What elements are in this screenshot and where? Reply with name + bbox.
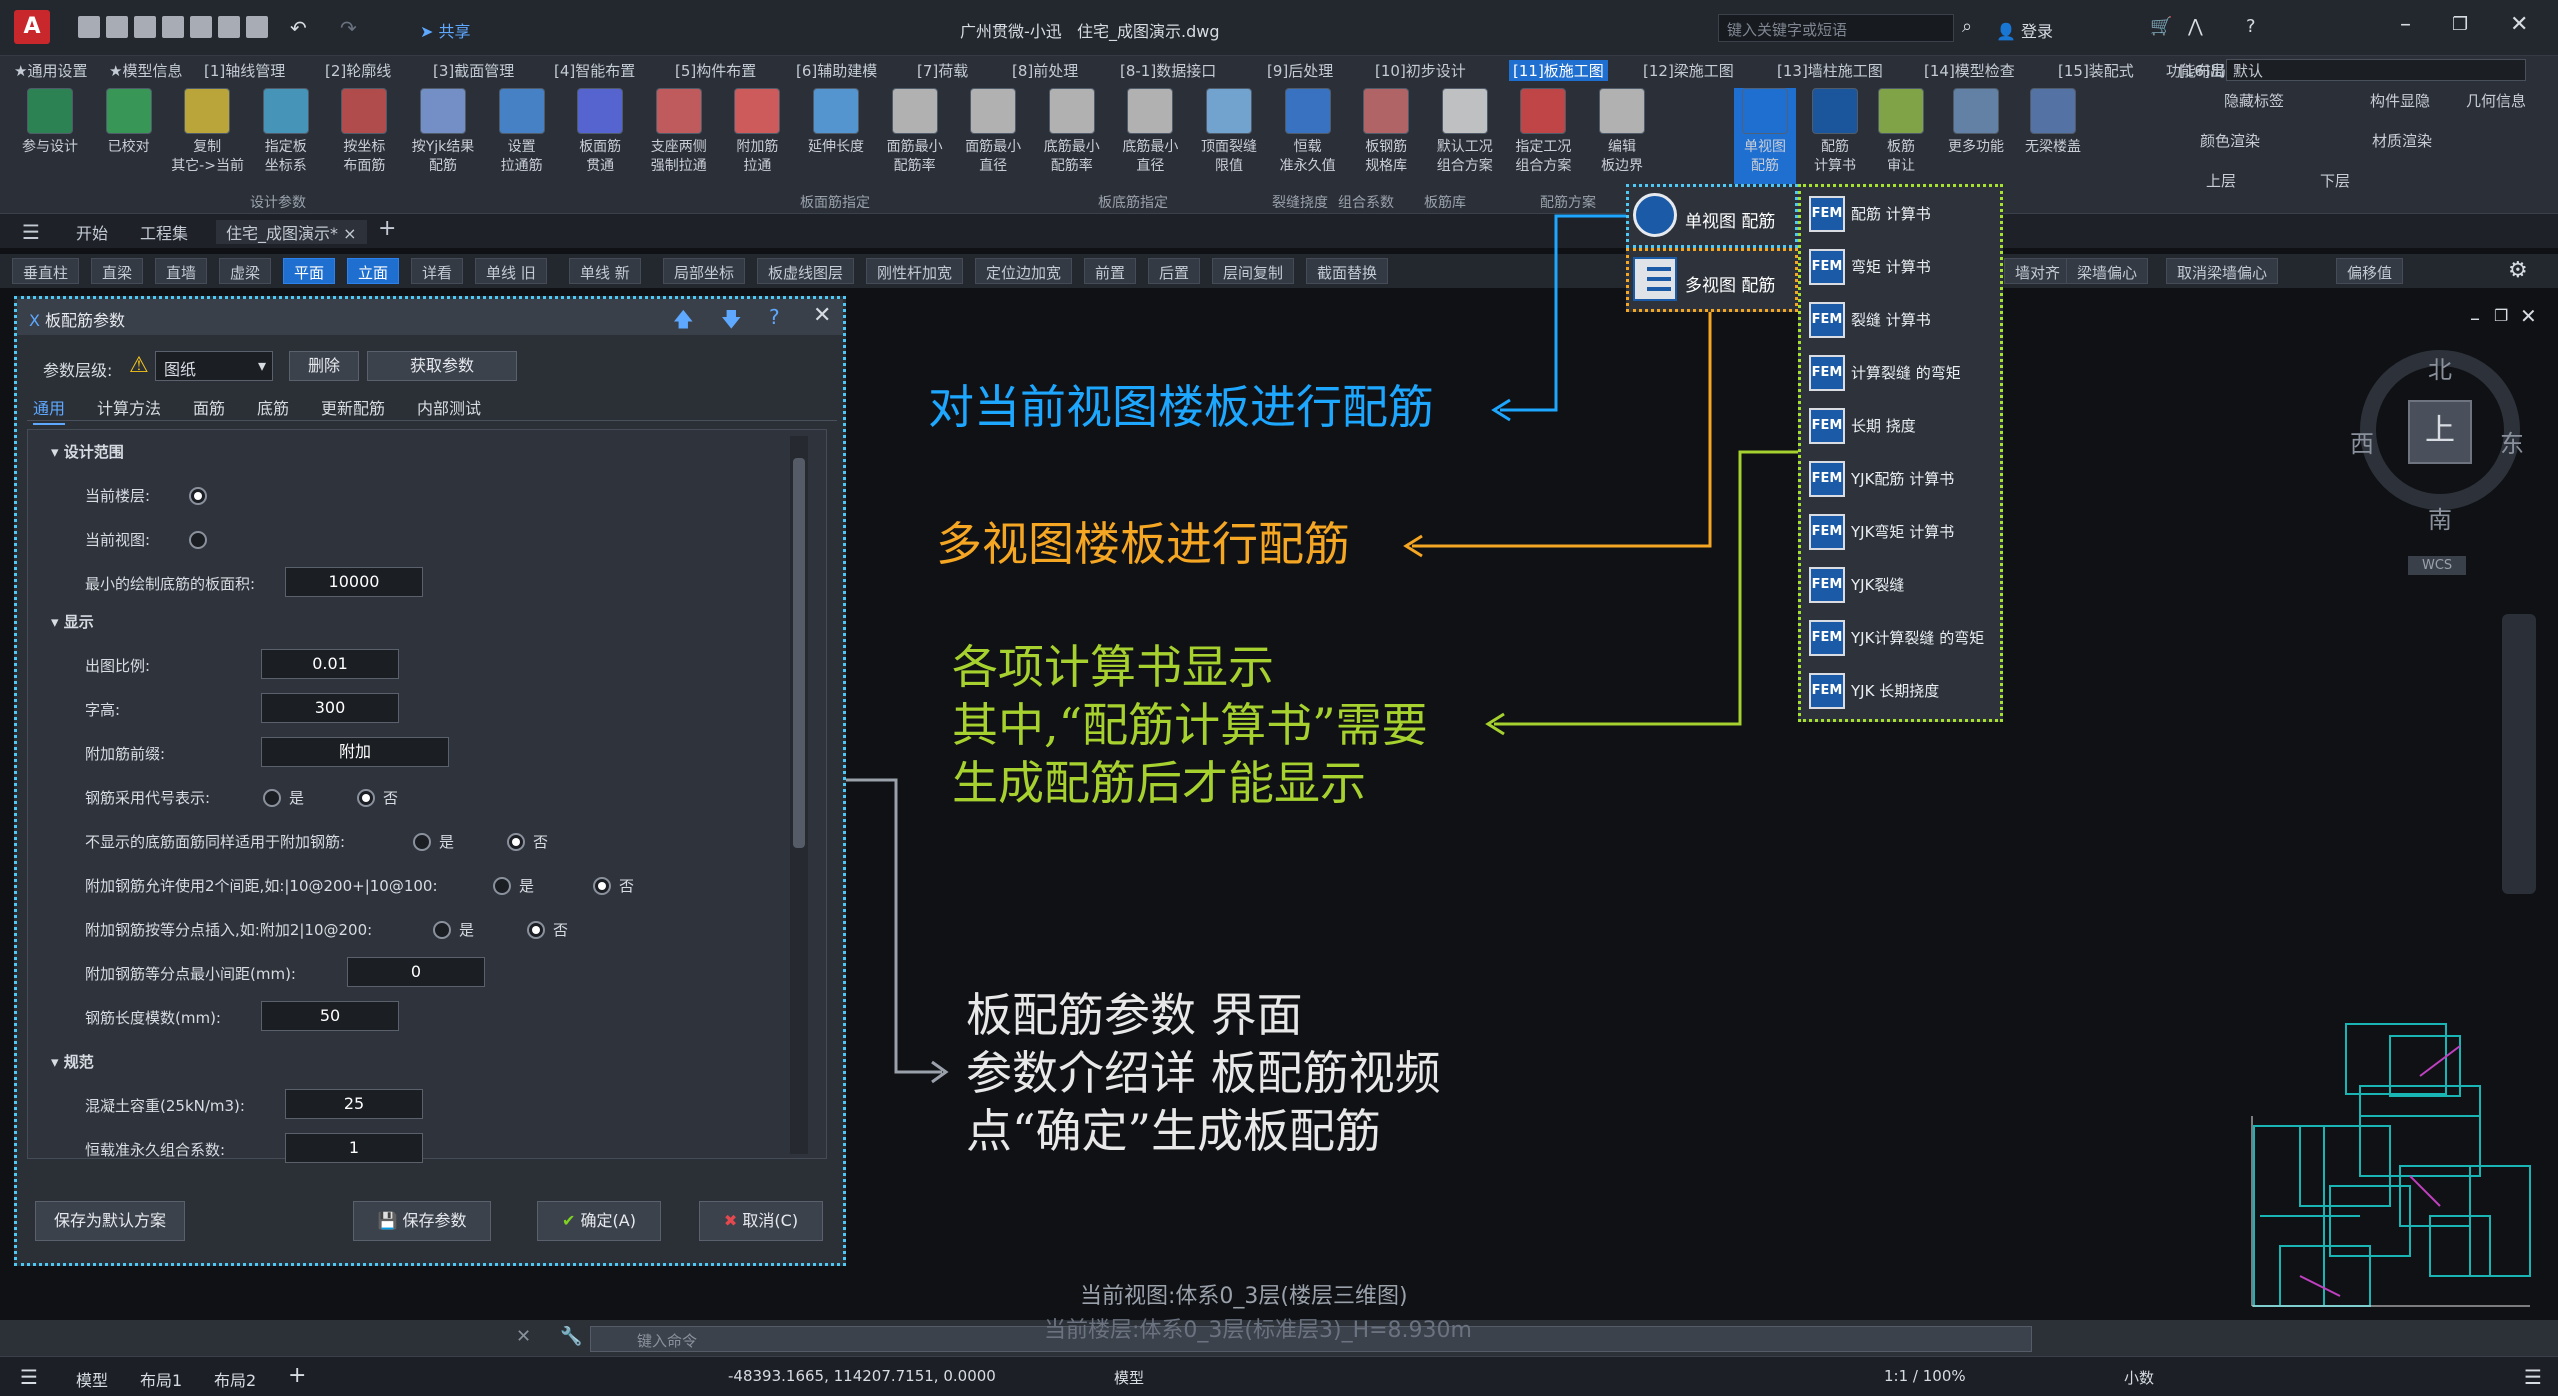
annotation-calc-report-1: 各项计算书显示: [952, 640, 1274, 694]
annotation-dialog-3: 点“确定”生成板配筋: [966, 1104, 1382, 1158]
annotation-calc-report-2: 其中,“配筋计算书”需要: [952, 698, 1428, 752]
status-bar: ☰ 模型 布局1 布局2 + -48393.1665, 114207.7151,…: [0, 1356, 2558, 1396]
annotation-calc-report-3: 生成配筋后才能显示: [952, 756, 1366, 810]
tab-layout2[interactable]: 布局2: [214, 1367, 256, 1391]
tab-layout1[interactable]: 布局1: [140, 1367, 182, 1391]
annotation-scale[interactable]: 1:1 / 100%: [1884, 1367, 1966, 1385]
add-layout-icon[interactable]: +: [288, 1363, 306, 1388]
customize-icon[interactable]: ☰: [2524, 1365, 2542, 1389]
cmd-close-icon[interactable]: ✕: [516, 1326, 531, 1347]
annotation-dialog-1: 板配筋参数 界面: [966, 988, 1303, 1042]
annotation-dialog-2: 参数介绍详 板配筋视频: [966, 1046, 1441, 1100]
current-floor-text: 当前楼层:体系0_3层(标准层3)_H=8.930m: [1044, 1318, 1472, 1343]
cmd-wrench-icon[interactable]: 🔧: [560, 1326, 582, 1347]
model-space-toggle[interactable]: 模型: [1114, 1367, 1144, 1388]
current-view-text: 当前视图:体系0_3层(楼层三维图): [1080, 1284, 1408, 1309]
annotation-single-view: 对当前视图楼板进行配筋: [928, 380, 1434, 434]
coordinates-readout: -48393.1665, 114207.7151, 0.0000: [728, 1367, 996, 1385]
status-menu-icon[interactable]: ☰: [20, 1365, 38, 1389]
annotation-multi-view: 多视图楼板进行配筋: [936, 517, 1350, 571]
tab-model[interactable]: 模型: [76, 1367, 108, 1391]
units-decimal[interactable]: 小数: [2124, 1367, 2154, 1388]
